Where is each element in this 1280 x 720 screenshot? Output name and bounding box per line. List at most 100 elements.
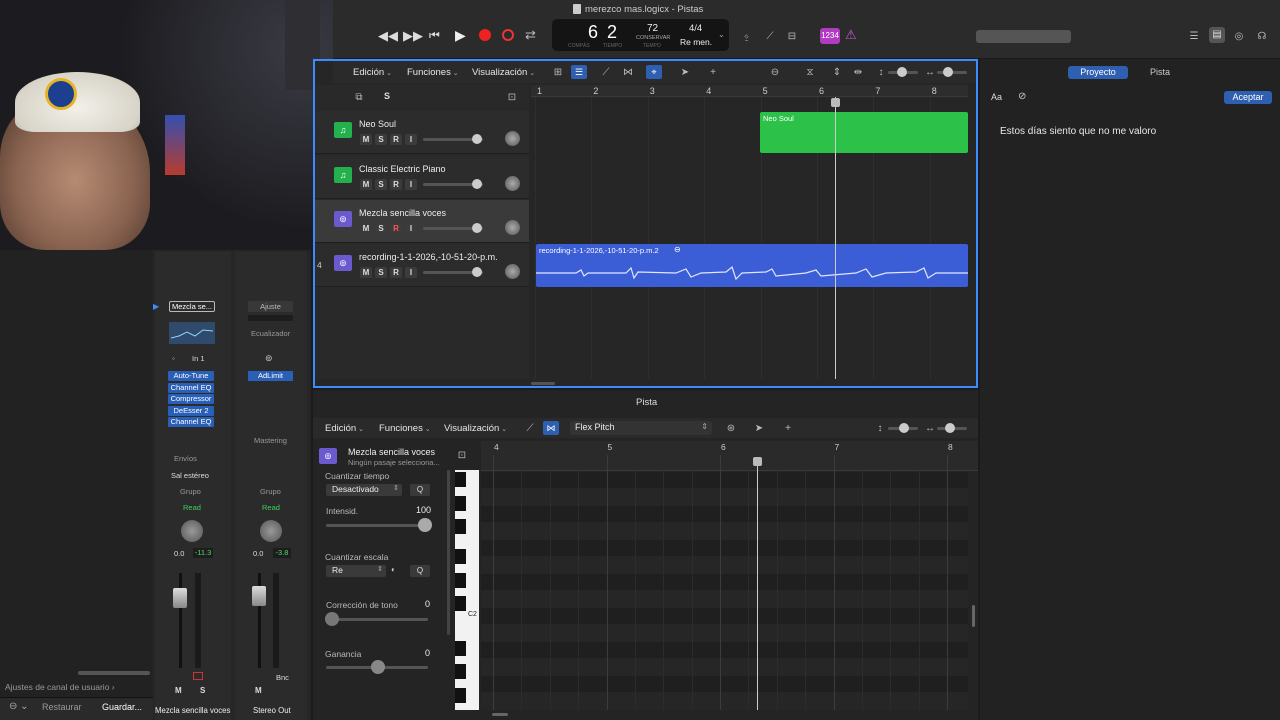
automation-icon[interactable]: ⟋ bbox=[599, 65, 613, 79]
left-strip-eq-thumbnail[interactable] bbox=[169, 322, 215, 344]
track-volume-knob[interactable] bbox=[472, 223, 482, 233]
left-strip-setting-button[interactable]: Mezcla se... bbox=[169, 301, 215, 312]
editor-ruler[interactable] bbox=[481, 441, 978, 471]
track-row[interactable]: ♫ Neo Soul M S R I bbox=[315, 111, 529, 154]
neo-soul-region[interactable]: Neo Soul bbox=[760, 112, 968, 153]
piano-black-key[interactable] bbox=[455, 664, 466, 679]
track-r-button[interactable]: R bbox=[390, 223, 402, 234]
replace-icon[interactable]: ⍚ bbox=[740, 29, 754, 43]
left-strip-pan-knob[interactable] bbox=[181, 520, 203, 542]
right-strip-bounce-button[interactable]: Bnc bbox=[276, 673, 289, 682]
right-strip-plugin[interactable]: AdLimit bbox=[248, 371, 293, 381]
editor-vertical-scrollbar[interactable] bbox=[972, 605, 975, 627]
tab-track[interactable]: Pista bbox=[1150, 67, 1170, 77]
plugin-slot[interactable]: Channel EQ bbox=[168, 382, 214, 393]
track-volume-knob[interactable] bbox=[472, 134, 482, 144]
accept-button[interactable]: Aceptar bbox=[1224, 91, 1272, 104]
recording-region[interactable]: recording-1-1-2026,-10-51-20-p.m.2 ⊖ bbox=[536, 244, 968, 287]
editor-secondary-tool-icon[interactable]: + bbox=[781, 421, 795, 435]
track-s-button[interactable]: S bbox=[375, 134, 387, 145]
quantize-scale-q-button[interactable]: Q bbox=[410, 565, 430, 577]
playhead-marker[interactable] bbox=[831, 98, 840, 107]
track-s-button[interactable]: S bbox=[375, 179, 387, 190]
left-strip-automation[interactable]: Read bbox=[183, 503, 201, 512]
browser-icon[interactable]: ☊ bbox=[1255, 29, 1269, 43]
track-pan-knob[interactable] bbox=[505, 264, 520, 279]
play-button[interactable]: ▶ bbox=[455, 27, 466, 44]
left-strip-mute-button[interactable]: M bbox=[175, 686, 182, 695]
track-volume-knob[interactable] bbox=[472, 179, 482, 189]
cycle-button[interactable]: ⇄ bbox=[525, 27, 536, 43]
track-row[interactable]: 4 ⊚ recording-1-1-2026,-10-51-20-p.m. M S R I bbox=[315, 244, 529, 287]
piano-black-key[interactable] bbox=[455, 688, 466, 703]
intensity-slider[interactable] bbox=[326, 524, 428, 527]
right-strip-eq-label[interactable]: Ecualizador bbox=[251, 329, 290, 338]
track-i-button[interactable]: I bbox=[405, 267, 417, 278]
track-name[interactable]: Classic Electric Piano bbox=[359, 164, 446, 174]
track-name[interactable]: Mezcla sencilla voces bbox=[359, 208, 446, 218]
left-strip-group[interactable]: Grupo bbox=[180, 487, 201, 496]
metronome-icon[interactable]: ⊟ bbox=[785, 29, 799, 43]
flex-icon[interactable]: ⋈ bbox=[621, 65, 635, 79]
pointer-tool-icon[interactable]: ➤ bbox=[678, 65, 692, 79]
piano-black-key[interactable] bbox=[455, 596, 466, 611]
editor-playhead[interactable] bbox=[757, 458, 758, 710]
editor-grid[interactable] bbox=[481, 472, 968, 710]
track-m-button[interactable]: M bbox=[360, 267, 372, 278]
record-button[interactable] bbox=[479, 29, 491, 41]
list-view-icon[interactable]: ☰ bbox=[571, 65, 587, 79]
lcd-dropdown-icon[interactable]: ⌄ bbox=[718, 30, 725, 39]
grid-icon[interactable]: ⊞ bbox=[551, 65, 565, 79]
horizontal-zoom-icon[interactable]: ↔ bbox=[923, 65, 937, 79]
track-pan-knob[interactable] bbox=[505, 131, 520, 146]
editor-listen-icon[interactable]: ⊛ bbox=[724, 421, 738, 435]
track-volume-knob[interactable] bbox=[472, 267, 482, 277]
catch-icon[interactable]: ⌖ bbox=[646, 65, 662, 79]
functions-menu[interactable]: Funciones bbox=[407, 67, 459, 78]
plugin-slot[interactable]: Auto-Tune bbox=[168, 371, 214, 381]
piano-black-key[interactable] bbox=[455, 519, 466, 534]
piano-black-key[interactable] bbox=[455, 496, 466, 511]
editor-inspector-scrollbar[interactable] bbox=[447, 470, 450, 635]
track-r-button[interactable]: R bbox=[390, 179, 402, 190]
piano-black-key[interactable] bbox=[455, 641, 466, 656]
editor-automation-icon[interactable]: ⟋ bbox=[523, 421, 537, 435]
pitch-correction-knob[interactable] bbox=[325, 612, 339, 626]
right-strip-link-icon[interactable]: ⊚ bbox=[265, 353, 273, 364]
editor-edit-menu[interactable]: Edición bbox=[325, 423, 364, 434]
lcd-time-signature[interactable]: 4/4 bbox=[689, 23, 702, 34]
restore-button[interactable]: Restaurar bbox=[42, 702, 82, 712]
right-strip-mute-button[interactable]: M bbox=[255, 686, 262, 695]
right-strip-fader-cap[interactable] bbox=[252, 586, 266, 606]
editor-pointer-tool-icon[interactable]: ➤ bbox=[752, 421, 766, 435]
editor-link-icon[interactable]: ⊡ bbox=[455, 448, 469, 462]
horizontal-zoom-knob[interactable] bbox=[943, 67, 953, 77]
pitch-correction-slider[interactable] bbox=[326, 618, 428, 621]
tracks-horizontal-scrollbar[interactable] bbox=[531, 382, 555, 385]
track-header-settings-icon[interactable]: ⊡ bbox=[505, 90, 519, 104]
user-channel-settings[interactable]: Ajustes de canal de usuario › bbox=[5, 682, 115, 692]
left-strip-input-icon[interactable]: ◦ bbox=[172, 354, 175, 363]
track-row[interactable]: ♫ Classic Electric Piano M S R I bbox=[315, 156, 529, 199]
right-strip-group[interactable]: Grupo bbox=[260, 487, 281, 496]
save-button[interactable]: Guardar... bbox=[102, 702, 142, 712]
quantize-scale-mode-icon[interactable]: ◐ bbox=[391, 565, 396, 574]
editor-horizontal-zoom-icon[interactable]: ↔ bbox=[923, 421, 937, 435]
snap-icon[interactable]: ⊖ bbox=[768, 65, 782, 79]
plugin-slot[interactable]: Compressor bbox=[168, 394, 214, 404]
right-strip-setting[interactable]: Ajuste bbox=[248, 301, 293, 312]
track-row[interactable]: ⊚ Mezcla sencilla voces M S R I bbox=[315, 200, 529, 243]
right-strip-pan-knob[interactable] bbox=[260, 520, 282, 542]
view-menu[interactable]: Visualización bbox=[472, 67, 535, 78]
editor-playhead-marker[interactable] bbox=[753, 457, 762, 466]
playhead[interactable] bbox=[835, 97, 836, 379]
track-m-button[interactable]: M bbox=[360, 134, 372, 145]
left-strip-solo-button[interactable]: S bbox=[200, 686, 205, 695]
track-m-button[interactable]: M bbox=[360, 179, 372, 190]
forward-button[interactable]: ▶▶ bbox=[403, 28, 423, 44]
lcd-key[interactable]: Re men. bbox=[680, 37, 712, 47]
list-editors-icon[interactable]: ☰ bbox=[1187, 29, 1201, 43]
secondary-tool-icon[interactable]: + bbox=[706, 65, 720, 79]
font-button[interactable]: Aa bbox=[991, 92, 1002, 102]
settings-gear-icon[interactable]: ⊖ ⌄ bbox=[9, 701, 29, 712]
